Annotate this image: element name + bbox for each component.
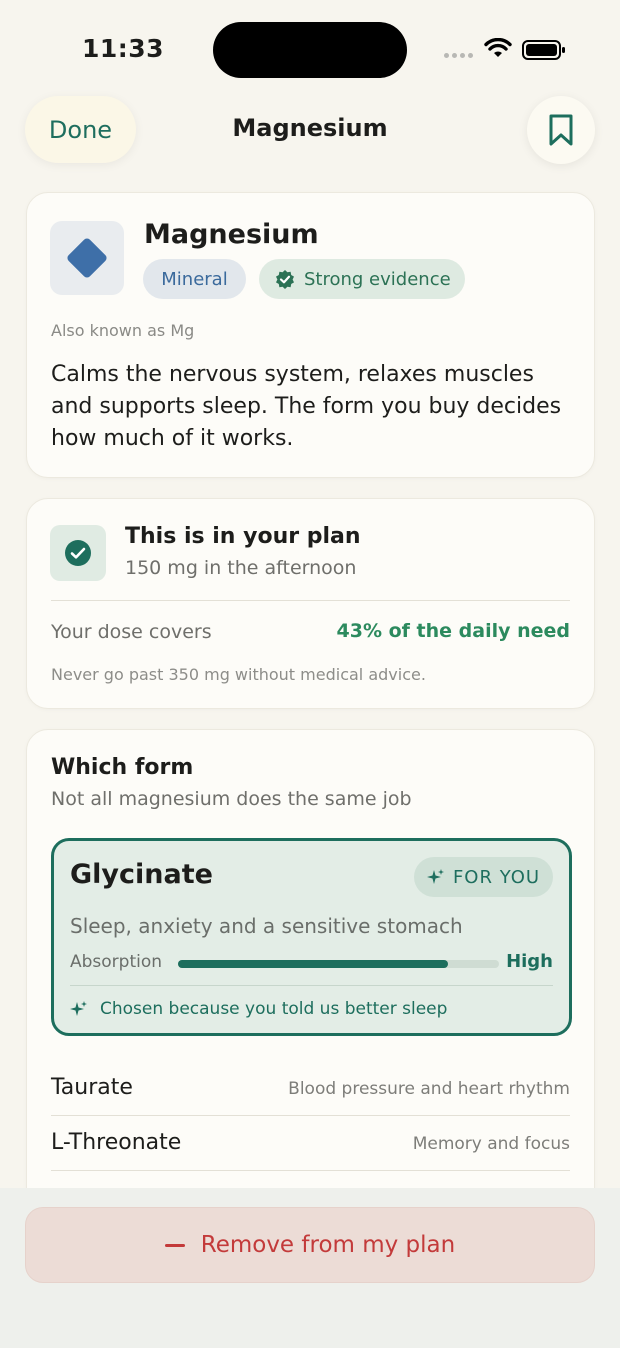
form-row-l-threonate[interactable]: L-Threonate Memory and focus <box>51 1116 570 1171</box>
battery-icon <box>522 40 565 60</box>
form-name: Taurate <box>51 1075 133 1100</box>
sparkle-icon <box>70 1001 87 1016</box>
absorption-value: High <box>506 951 553 972</box>
absorption-bar <box>178 960 499 968</box>
bookmark-button[interactable] <box>527 96 595 164</box>
cellular-signal-icon <box>444 53 473 58</box>
supplement-description: Calms the nervous system, relaxes muscle… <box>51 362 562 451</box>
form-use: Memory and focus <box>412 1134 570 1154</box>
wifi-icon <box>484 38 512 57</box>
remove-label: Remove from my plan <box>200 1232 456 1258</box>
for-you-badge: FOR YOU <box>414 857 553 897</box>
recommended-form-card[interactable]: Glycinate FOR YOU Sleep, anxiety and a s… <box>51 838 572 1036</box>
dose-covers-value: 43% of the daily need <box>336 620 570 642</box>
also-known-as: Also known as Mg <box>51 321 195 340</box>
divider <box>70 985 553 986</box>
recommended-form-use: Sleep, anxiety and a sensitive stomach <box>70 914 463 938</box>
bookmark-icon <box>549 114 573 146</box>
plan-check-tile <box>50 525 106 581</box>
mineral-diamond-icon <box>65 236 109 280</box>
status-time: 11:33 <box>82 34 165 63</box>
forms-card: Which form Not all magnesium does the sa… <box>26 729 595 1249</box>
navigation-bar: Done Magnesium <box>0 96 620 166</box>
mineral-icon-tile <box>50 221 124 295</box>
form-name: L-Threonate <box>51 1130 182 1155</box>
absorption-bar-fill <box>178 960 448 968</box>
for-you-label: FOR YOU <box>452 866 541 888</box>
category-badge: Mineral <box>143 259 246 299</box>
recommended-form-name: Glycinate <box>70 859 213 890</box>
forms-title: Which form <box>51 755 194 780</box>
status-bar: 11:33 <box>0 0 620 96</box>
sparkle-icon <box>426 869 444 884</box>
plan-status-title: This is in your plan <box>125 524 361 549</box>
supplement-card: Magnesium Mineral Strong evidence Also k… <box>26 192 595 478</box>
supplement-name: Magnesium <box>144 219 319 250</box>
verified-badge-icon <box>276 270 294 289</box>
recommendation-reason-text: Chosen because you told us better sleep <box>100 999 448 1019</box>
divider <box>51 600 570 601</box>
form-use: Blood pressure and heart rhythm <box>288 1079 570 1099</box>
check-circle-icon <box>65 540 91 566</box>
forms-subtitle: Not all magnesium does the same job <box>51 788 412 810</box>
recommendation-reason: Chosen because you told us better sleep <box>70 999 447 1019</box>
plan-card: This is in your plan 150 mg in the after… <box>26 498 595 709</box>
dose-warning: Never go past 350 mg without medical adv… <box>51 665 426 684</box>
plan-dose: 150 mg in the afternoon <box>125 557 357 579</box>
dynamic-island <box>213 22 407 78</box>
evidence-label: Strong evidence <box>304 268 451 290</box>
absorption-label: Absorption <box>70 952 163 972</box>
minus-icon <box>164 1243 185 1247</box>
evidence-badge: Strong evidence <box>259 259 465 299</box>
remove-from-plan-button[interactable]: Remove from my plan <box>25 1207 595 1283</box>
form-row-taurate[interactable]: Taurate Blood pressure and heart rhythm <box>51 1061 570 1116</box>
dose-covers-label: Your dose covers <box>51 621 212 643</box>
